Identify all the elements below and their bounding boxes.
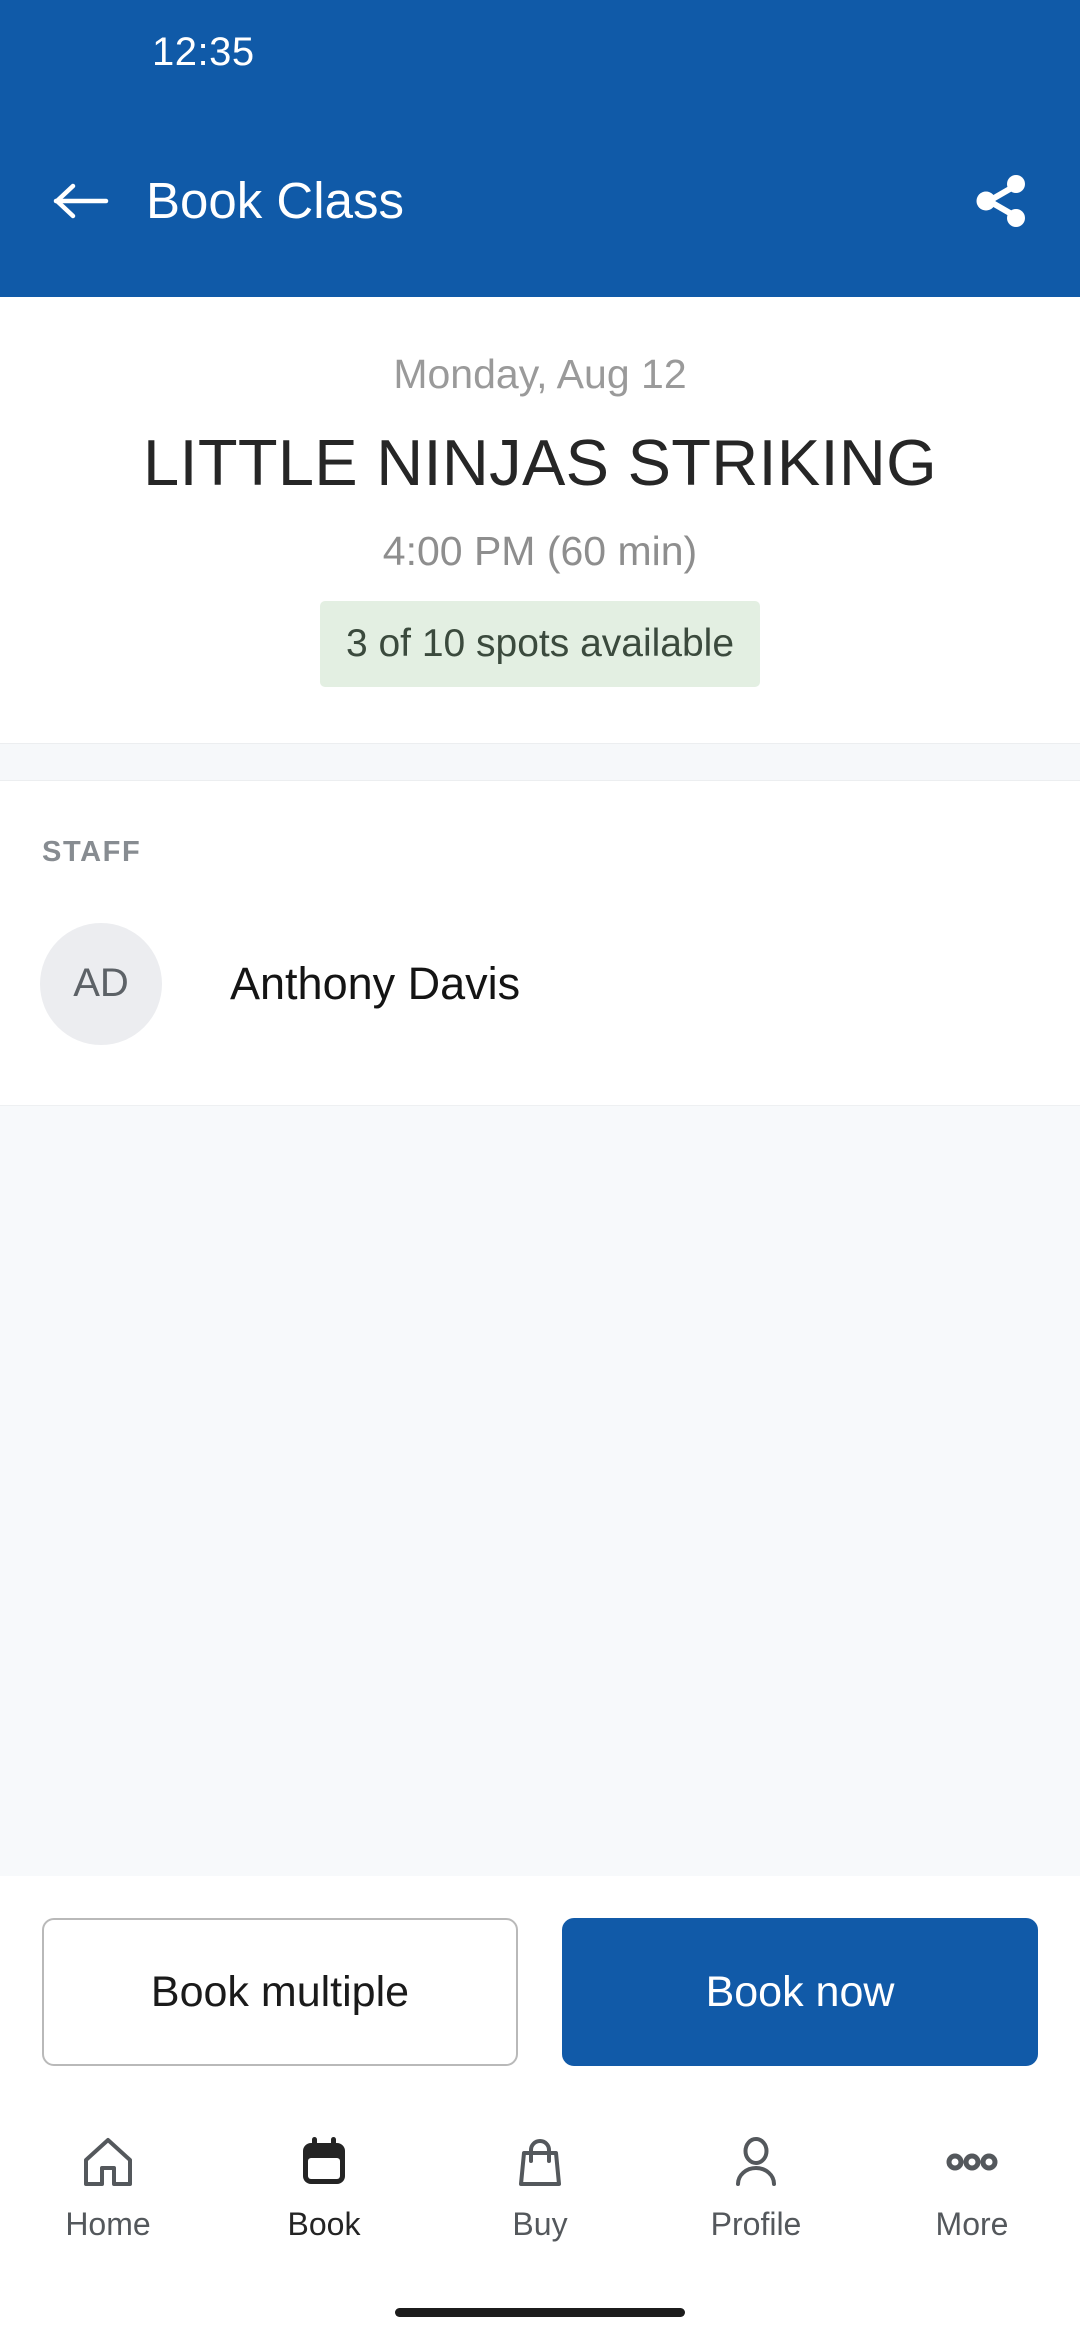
section-divider bbox=[0, 742, 1080, 781]
nav-label-buy: Buy bbox=[512, 2206, 568, 2242]
home-gesture-pill[interactable] bbox=[395, 2307, 685, 2317]
nav-item-home[interactable]: Home bbox=[0, 2130, 216, 2243]
ellipsis-icon bbox=[944, 2130, 1000, 2194]
app-bar: Book Class bbox=[0, 104, 1080, 297]
book-now-button[interactable]: Book now bbox=[562, 1918, 1038, 2066]
action-bar: Book multiple Book now bbox=[0, 1876, 1080, 2104]
home-icon bbox=[80, 2130, 136, 2194]
class-name: LITTLE NINJAS STRIKING bbox=[143, 426, 937, 499]
gesture-bar-area bbox=[0, 2284, 1080, 2340]
class-time: 4:00 PM (60 min) bbox=[382, 527, 698, 574]
staff-section-heading: STAFF bbox=[42, 835, 142, 868]
class-date: Monday, Aug 12 bbox=[393, 351, 687, 397]
nav-label-more: More bbox=[935, 2206, 1009, 2242]
nav-label-home: Home bbox=[65, 2206, 151, 2242]
status-bar: 12:35 bbox=[0, 0, 1080, 104]
staff-section: STAFF AD Anthony Davis bbox=[0, 780, 1080, 1105]
arrow-left-icon bbox=[53, 183, 109, 218]
status-bar-clock: 12:35 bbox=[152, 29, 255, 74]
shopping-bag-icon bbox=[512, 2130, 568, 2194]
class-detail-card: Monday, Aug 12 LITTLE NINJAS STRIKING 4:… bbox=[0, 297, 1080, 743]
nav-item-buy[interactable]: Buy bbox=[432, 2130, 648, 2243]
app-screen: 12:35 Book Class Monday, Aug 12 LITTLE N… bbox=[0, 0, 1080, 2340]
avatar: AD bbox=[40, 922, 162, 1045]
staff-list-item[interactable]: AD Anthony Davis bbox=[40, 922, 1040, 1045]
nav-item-profile[interactable]: Profile bbox=[648, 2130, 864, 2243]
person-icon bbox=[728, 2130, 784, 2194]
nav-label-profile: Profile bbox=[710, 2206, 802, 2242]
share-button[interactable] bbox=[968, 168, 1034, 234]
nav-item-more[interactable]: More bbox=[864, 2130, 1080, 2243]
spots-available-badge: 3 of 10 spots available bbox=[319, 600, 761, 687]
staff-member-name: Anthony Davis bbox=[230, 957, 521, 1009]
calendar-icon bbox=[296, 2130, 352, 2194]
content-filler bbox=[0, 1104, 1080, 1876]
nav-item-book[interactable]: Book bbox=[216, 2130, 432, 2243]
back-button[interactable] bbox=[50, 170, 112, 232]
nav-label-book: Book bbox=[287, 2206, 361, 2242]
book-multiple-button[interactable]: Book multiple bbox=[42, 1918, 518, 2066]
page-title: Book Class bbox=[146, 172, 404, 229]
bottom-navigation: Home Book Buy Profile More bbox=[0, 2104, 1080, 2284]
share-icon bbox=[976, 174, 1025, 227]
